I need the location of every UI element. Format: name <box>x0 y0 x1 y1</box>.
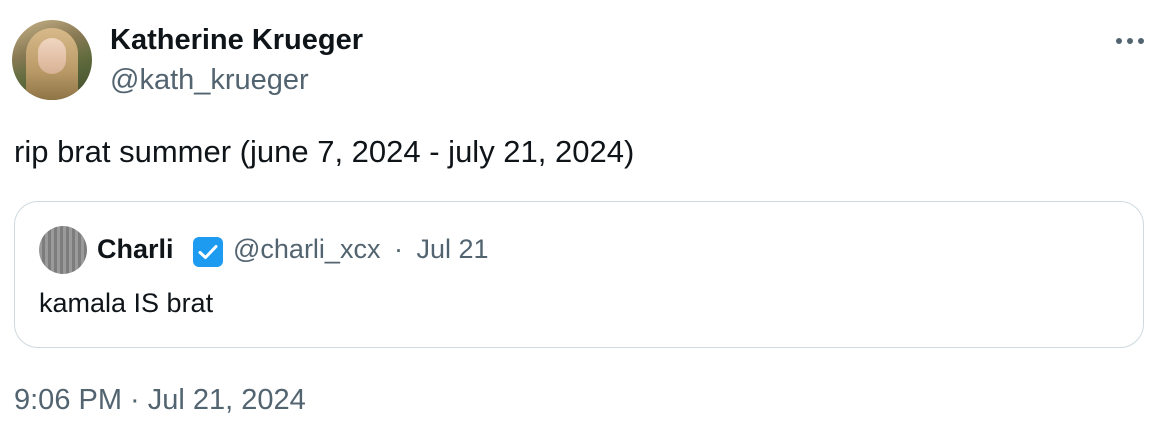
meta-separator: · <box>393 234 403 264</box>
quoted-author-avatar[interactable] <box>39 226 87 274</box>
author-avatar[interactable] <box>12 20 92 100</box>
avatar-face <box>38 38 66 74</box>
more-horizontal-icon[interactable] <box>1112 34 1148 48</box>
tweet-text: rip brat summer (june 7, 2024 - july 21,… <box>14 134 635 169</box>
quoted-tweet-text: kamala IS brat <box>39 288 214 318</box>
quoted-author-handle[interactable]: @charli_xcx <box>233 234 380 264</box>
author-name[interactable]: Katherine Krueger <box>110 24 363 57</box>
quoted-tweet-date[interactable]: Jul 21 <box>416 234 488 264</box>
checkmark-icon <box>198 245 218 259</box>
more-dot <box>1116 38 1122 44</box>
author-handle[interactable]: @kath_krueger <box>110 64 309 97</box>
tweet-card: Katherine Krueger @kath_krueger rip brat… <box>0 0 1176 432</box>
more-dot <box>1138 38 1144 44</box>
verified-badge-icon <box>193 237 223 267</box>
tweet-timestamp[interactable]: 9:06 PM · Jul 21, 2024 <box>14 384 306 417</box>
more-dot <box>1127 38 1133 44</box>
tweet-header: Katherine Krueger @kath_krueger <box>12 20 1162 102</box>
quoted-tweet[interactable]: Charli @charli_xcx · Jul 21 kamala IS br… <box>14 201 1144 348</box>
quoted-tweet-meta: @charli_xcx · Jul 21 <box>233 234 489 265</box>
quoted-author-name[interactable]: Charli <box>97 234 174 265</box>
